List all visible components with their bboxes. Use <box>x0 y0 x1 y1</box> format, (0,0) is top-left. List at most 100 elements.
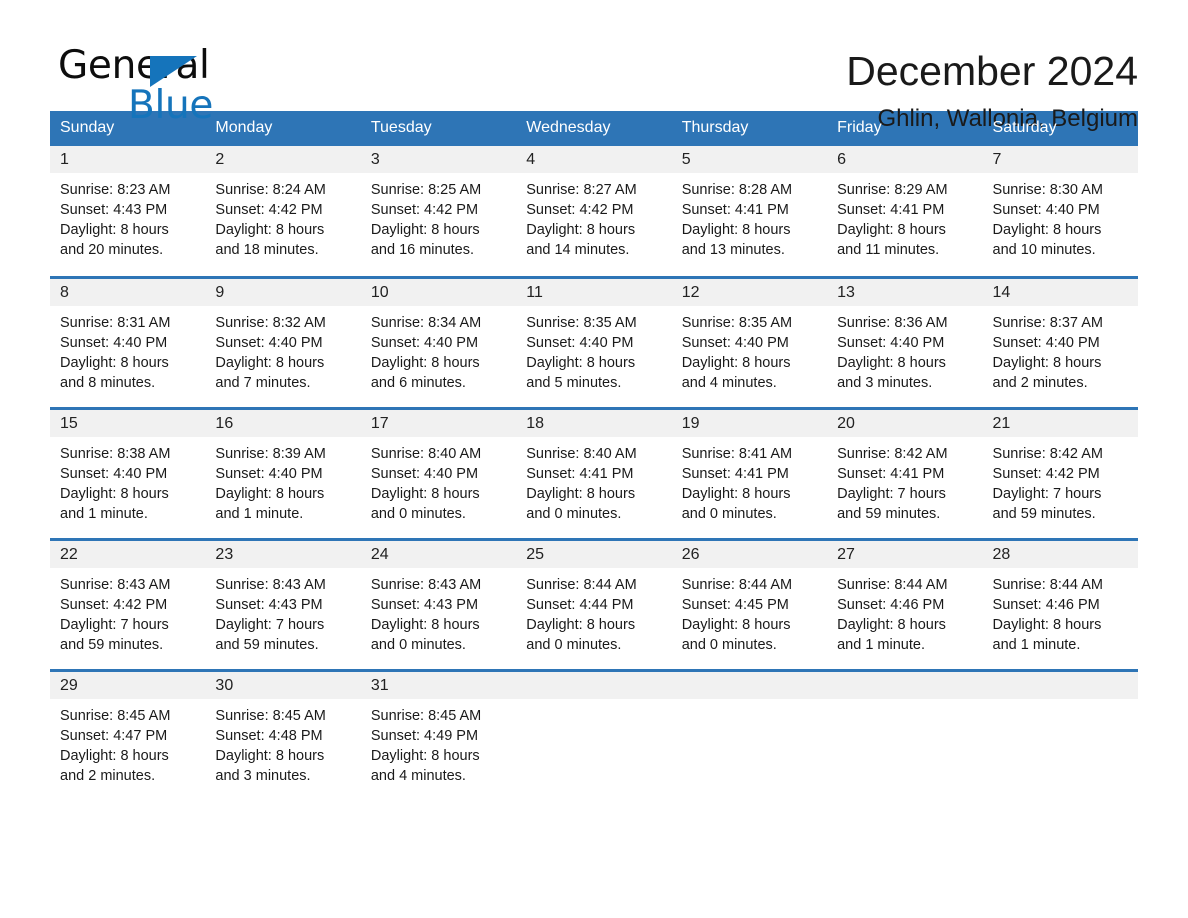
day-number: 25 <box>516 540 672 568</box>
sunrise-time: Sunrise: 8:42 AM <box>992 445 1103 462</box>
calendar-day-cell[interactable]: 16 Sunrise: 8:39 AM Sunset: 4:40 PM Dayligh… <box>205 406 361 539</box>
daylight-duration-line-1: Daylight: 8 hours <box>215 354 325 371</box>
calendar-day-cell[interactable]: 3 Sunrise: 8:25 AM Sunset: 4:42 PM Daylight… <box>360 146 517 277</box>
calendar-day-cell[interactable]: 1 Sunrise: 8:23 AM Sunset: 4:43 PM Daylight… <box>50 146 206 277</box>
calendar-day-cell[interactable]: 6 Sunrise: 8:29 AM Sunset: 4:41 PM Daylight… <box>827 146 983 277</box>
sunrise-time: Sunrise: 8:44 AM <box>992 576 1103 593</box>
daylight-duration-line-1: Daylight: 8 hours <box>681 354 791 371</box>
sunset-time: Sunset: 4:43 PM <box>215 596 323 613</box>
day-number: 17 <box>360 409 517 437</box>
day-details: Sunrise: 8:23 AM Sunset: 4:43 PM Daylight:… <box>50 173 205 260</box>
day-cell-content: 5 Sunrise: 8:28 AM Sunset: 4:41 PM Daylight… <box>671 146 828 276</box>
day-number: 28 <box>982 540 1138 568</box>
sunset-time: Sunset: 4:40 PM <box>992 202 1100 218</box>
day-cell-content <box>827 671 983 802</box>
daylight-duration-line-1: Daylight: 8 hours <box>681 616 791 633</box>
calendar-day-cell[interactable]: 11 Sunrise: 8:35 AM Sunset: 4:40 PM Dayligh… <box>516 275 672 408</box>
calendar-day-cell[interactable]: 25 Sunrise: 8:44 AM Sunset: 4:44 PM Dayligh… <box>516 537 672 670</box>
daylight-duration-line-1: Daylight: 7 hours <box>215 616 325 633</box>
day-details: Sunrise: 8:25 AM Sunset: 4:42 PM Daylight:… <box>361 173 516 260</box>
day-number: 8 <box>50 278 206 306</box>
day-cell-content: 20 Sunrise: 8:42 AM Sunset: 4:41 PM Dayligh… <box>827 409 983 538</box>
sunset-time: Sunset: 4:40 PM <box>215 465 323 482</box>
calendar-day-cell[interactable]: 27 Sunrise: 8:44 AM Sunset: 4:46 PM Dayligh… <box>827 537 983 670</box>
sunset-time: Sunset: 4:41 PM <box>681 202 789 218</box>
sunset-time: Sunset: 4:42 PM <box>992 465 1100 482</box>
calendar-day-cell[interactable]: 30 Sunrise: 8:45 AM Sunset: 4:48 PM Dayligh… <box>205 668 361 801</box>
sunset-time: Sunset: 4:40 PM <box>526 334 634 351</box>
calendar-day-cell[interactable]: 17 Sunrise: 8:40 AM Sunset: 4:40 PM Dayligh… <box>360 406 517 539</box>
calendar-day-cell[interactable]: 18 Sunrise: 8:40 AM Sunset: 4:41 PM Dayligh… <box>516 406 672 539</box>
day-details: Sunrise: 8:39 AM Sunset: 4:40 PM Daylight:… <box>205 437 360 524</box>
day-cell-content: 2 Sunrise: 8:24 AM Sunset: 4:42 PM Daylight… <box>205 146 361 276</box>
day-details: Sunrise: 8:45 AM Sunset: 4:48 PM Daylight:… <box>205 699 360 786</box>
day-number: 16 <box>205 409 361 437</box>
calendar-body: 1 Sunrise: 8:23 AM Sunset: 4:43 PM Daylight… <box>50 146 1138 801</box>
day-number: 2 <box>205 146 361 173</box>
day-number: 12 <box>671 278 828 306</box>
sunrise-time: Sunrise: 8:43 AM <box>60 576 171 593</box>
day-details: Sunrise: 8:31 AM Sunset: 4:40 PM Daylight:… <box>50 306 205 393</box>
daylight-duration-line-2: and 59 minutes. <box>60 636 164 653</box>
day-details: Sunrise: 8:37 AM Sunset: 4:40 PM Daylight:… <box>983 306 1138 393</box>
sunset-time: Sunset: 4:42 PM <box>60 596 168 613</box>
calendar-day-cell[interactable]: 21 Sunrise: 8:42 AM Sunset: 4:42 PM Dayligh… <box>982 406 1138 539</box>
daylight-duration-line-1: Daylight: 8 hours <box>526 616 636 633</box>
daylight-duration-line-2: and 1 minute. <box>992 636 1081 653</box>
calendar-day-cell[interactable]: 26 Sunrise: 8:44 AM Sunset: 4:45 PM Dayligh… <box>671 537 828 670</box>
calendar-day-cell[interactable]: 29 Sunrise: 8:45 AM Sunset: 4:47 PM Dayligh… <box>50 668 206 801</box>
sunset-time: Sunset: 4:40 PM <box>992 334 1100 351</box>
calendar-day-cell[interactable]: 8 Sunrise: 8:31 AM Sunset: 4:40 PM Daylight… <box>50 275 206 408</box>
calendar-day-cell[interactable]: 4 Sunrise: 8:27 AM Sunset: 4:42 PM Daylight… <box>516 146 672 277</box>
day-cell-content: 25 Sunrise: 8:44 AM Sunset: 4:44 PM Dayligh… <box>516 540 672 669</box>
day-cell-content: 11 Sunrise: 8:35 AM Sunset: 4:40 PM Dayligh… <box>516 278 672 407</box>
calendar-day-cell[interactable]: 7 Sunrise: 8:30 AM Sunset: 4:40 PM Daylight… <box>982 146 1138 277</box>
daylight-duration-line-2: and 0 minutes. <box>681 505 777 522</box>
calendar-day-cell[interactable]: 9 Sunrise: 8:32 AM Sunset: 4:40 PM Daylight… <box>205 275 361 408</box>
daylight-duration-line-1: Daylight: 7 hours <box>992 485 1102 502</box>
daylight-duration-line-2: and 8 minutes. <box>60 374 156 391</box>
calendar-day-cell[interactable]: 13 Sunrise: 8:36 AM Sunset: 4:40 PM Dayligh… <box>827 275 983 408</box>
calendar-day-cell[interactable]: 12 Sunrise: 8:35 AM Sunset: 4:40 PM Dayligh… <box>671 275 828 408</box>
page-header: General Blue December 2024 Ghlin, Wallon… <box>50 0 1138 133</box>
sunset-time: Sunset: 4:42 PM <box>370 202 479 218</box>
daylight-duration-line-2: and 5 minutes. <box>526 374 622 391</box>
daylight-duration-line-1: Daylight: 8 hours <box>60 485 169 502</box>
day-number: 6 <box>827 146 983 173</box>
day-cell-content: 10 Sunrise: 8:34 AM Sunset: 4:40 PM Dayligh… <box>360 278 517 407</box>
sunrise-time: Sunrise: 8:40 AM <box>370 445 482 462</box>
daylight-duration-line-2: and 3 minutes. <box>837 374 933 391</box>
calendar-day-cell[interactable]: 24 Sunrise: 8:43 AM Sunset: 4:43 PM Dayligh… <box>360 537 517 670</box>
day-cell-content: 14 Sunrise: 8:37 AM Sunset: 4:40 PM Dayligh… <box>982 278 1138 407</box>
day-number: 9 <box>205 278 361 306</box>
sunset-time: Sunset: 4:40 PM <box>60 465 168 482</box>
weekday-header-wednesday: Wednesday <box>516 111 672 146</box>
day-cell-content: 4 Sunrise: 8:27 AM Sunset: 4:42 PM Daylight… <box>516 146 672 276</box>
sunrise-time: Sunrise: 8:32 AM <box>215 314 326 331</box>
calendar-day-cell[interactable]: 31 Sunrise: 8:45 AM Sunset: 4:49 PM Dayligh… <box>360 668 517 801</box>
day-details: Sunrise: 8:28 AM Sunset: 4:41 PM Daylight:… <box>672 173 827 260</box>
calendar-day-cell[interactable]: 20 Sunrise: 8:42 AM Sunset: 4:41 PM Dayligh… <box>827 406 983 539</box>
day-number: 10 <box>360 278 517 306</box>
day-cell-content: 1 Sunrise: 8:23 AM Sunset: 4:43 PM Daylight… <box>50 146 206 276</box>
calendar-day-cell[interactable]: 2 Sunrise: 8:24 AM Sunset: 4:42 PM Daylight… <box>205 146 361 277</box>
sunset-time: Sunset: 4:41 PM <box>681 465 789 482</box>
calendar-day-cell[interactable]: 5 Sunrise: 8:28 AM Sunset: 4:41 PM Daylight… <box>671 146 828 277</box>
day-details: Sunrise: 8:45 AM Sunset: 4:49 PM Daylight:… <box>361 699 516 786</box>
calendar-day-cell[interactable]: 23 Sunrise: 8:43 AM Sunset: 4:43 PM Dayligh… <box>205 537 361 670</box>
daylight-duration-line-2: and 0 minutes. <box>526 505 622 522</box>
calendar-day-cell[interactable]: 22 Sunrise: 8:43 AM Sunset: 4:42 PM Dayligh… <box>50 537 206 670</box>
daylight-duration-line-1: Daylight: 8 hours <box>215 222 325 238</box>
calendar-day-cell[interactable]: 15 Sunrise: 8:38 AM Sunset: 4:40 PM Dayligh… <box>50 406 206 539</box>
calendar-day-cell[interactable]: 10 Sunrise: 8:34 AM Sunset: 4:40 PM Dayligh… <box>360 275 517 408</box>
day-cell-content: 26 Sunrise: 8:44 AM Sunset: 4:45 PM Dayligh… <box>671 540 828 669</box>
calendar-day-cell[interactable]: 14 Sunrise: 8:37 AM Sunset: 4:40 PM Dayligh… <box>982 275 1138 408</box>
general-blue-logo[interactable]: General Blue <box>50 44 310 128</box>
calendar-day-cell[interactable]: 19 Sunrise: 8:41 AM Sunset: 4:41 PM Dayligh… <box>671 406 828 539</box>
day-number: 23 <box>205 540 361 568</box>
day-details: Sunrise: 8:44 AM Sunset: 4:45 PM Daylight:… <box>672 568 827 655</box>
daylight-duration-line-2: and 1 minute. <box>215 505 304 522</box>
sunrise-time: Sunrise: 8:42 AM <box>837 445 948 462</box>
calendar-day-cell[interactable]: 28 Sunrise: 8:44 AM Sunset: 4:46 PM Dayligh… <box>982 537 1138 670</box>
day-cell-content: 28 Sunrise: 8:44 AM Sunset: 4:46 PM Dayligh… <box>982 540 1138 669</box>
